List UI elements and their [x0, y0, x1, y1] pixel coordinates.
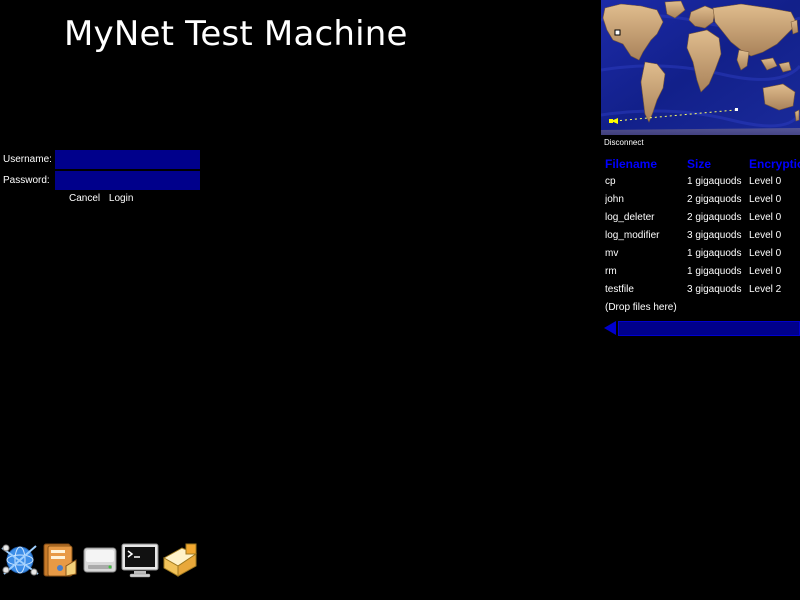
file-encryption: Level 2 — [749, 284, 782, 295]
file-size: 1 gigaquods — [687, 176, 742, 187]
username-row: Username: — [0, 150, 200, 169]
world-map[interactable] — [601, 0, 800, 135]
mail-icon[interactable] — [160, 538, 200, 582]
file-name: mv — [605, 248, 619, 259]
file-size: 3 gigaquods — [687, 284, 742, 295]
column-header-size[interactable]: Size — [687, 157, 711, 171]
file-manager-icon[interactable] — [40, 538, 80, 582]
file-size: 1 gigaquods — [687, 248, 742, 259]
cancel-button[interactable]: Cancel — [69, 193, 100, 204]
table-row[interactable]: log_deleter 2 gigaquods Level 0 — [605, 208, 800, 226]
horizontal-scrollbar[interactable] — [604, 321, 800, 336]
login-form: Username: Password: Cancel Login — [0, 150, 200, 204]
drop-zone-label: (Drop files here) — [605, 302, 677, 313]
file-encryption: Level 0 — [749, 176, 782, 187]
network-globe-icon[interactable] — [0, 538, 40, 582]
file-size: 3 gigaquods — [687, 230, 742, 241]
file-size: 2 gigaquods — [687, 212, 742, 223]
file-size: 1 gigaquods — [687, 266, 742, 277]
file-name: cp — [605, 176, 616, 187]
file-size: 2 gigaquods — [687, 194, 742, 205]
scrollbar-track[interactable] — [618, 321, 800, 336]
table-row[interactable]: cp 1 gigaquods Level 0 — [605, 172, 800, 190]
file-name: log_modifier — [605, 230, 660, 241]
file-table-header: Filename Size Encryption — [605, 154, 800, 172]
file-drop-zone[interactable]: (Drop files here) — [605, 298, 800, 316]
table-row[interactable]: testfile 3 gigaquods Level 2 — [605, 280, 800, 298]
password-input[interactable] — [55, 171, 200, 190]
column-header-filename[interactable]: Filename — [605, 157, 657, 171]
table-row[interactable]: mv 1 gigaquods Level 0 — [605, 244, 800, 262]
table-row[interactable]: rm 1 gigaquods Level 0 — [605, 262, 800, 280]
terminal-icon[interactable] — [120, 538, 160, 582]
file-name: rm — [605, 266, 617, 277]
password-row: Password: — [0, 171, 200, 190]
location-marker-icon — [614, 29, 621, 36]
world-map-graphic — [601, 0, 800, 135]
file-name: testfile — [605, 284, 634, 295]
username-input[interactable] — [55, 150, 200, 169]
form-actions: Cancel Login — [69, 193, 139, 204]
disconnect-button[interactable]: Disconnect — [604, 138, 644, 147]
file-encryption: Level 0 — [749, 194, 782, 205]
table-row[interactable]: john 2 gigaquods Level 0 — [605, 190, 800, 208]
hard-drive-icon[interactable] — [80, 538, 120, 582]
dock — [0, 538, 200, 582]
login-button[interactable]: Login — [109, 193, 133, 204]
table-row[interactable]: log_modifier 3 gigaquods Level 0 — [605, 226, 800, 244]
file-encryption: Level 0 — [749, 266, 782, 277]
scroll-left-icon[interactable] — [604, 321, 616, 335]
page-title: MyNet Test Machine — [64, 14, 408, 54]
file-name: john — [605, 194, 624, 205]
file-name: log_deleter — [605, 212, 655, 223]
file-encryption: Level 0 — [749, 230, 782, 241]
file-encryption: Level 0 — [749, 248, 782, 259]
file-encryption: Level 0 — [749, 212, 782, 223]
column-header-encryption[interactable]: Encryption — [749, 157, 800, 171]
file-table: Filename Size Encryption cp 1 gigaquods … — [605, 154, 800, 316]
password-label: Password: — [3, 175, 50, 186]
username-label: Username: — [3, 154, 52, 165]
